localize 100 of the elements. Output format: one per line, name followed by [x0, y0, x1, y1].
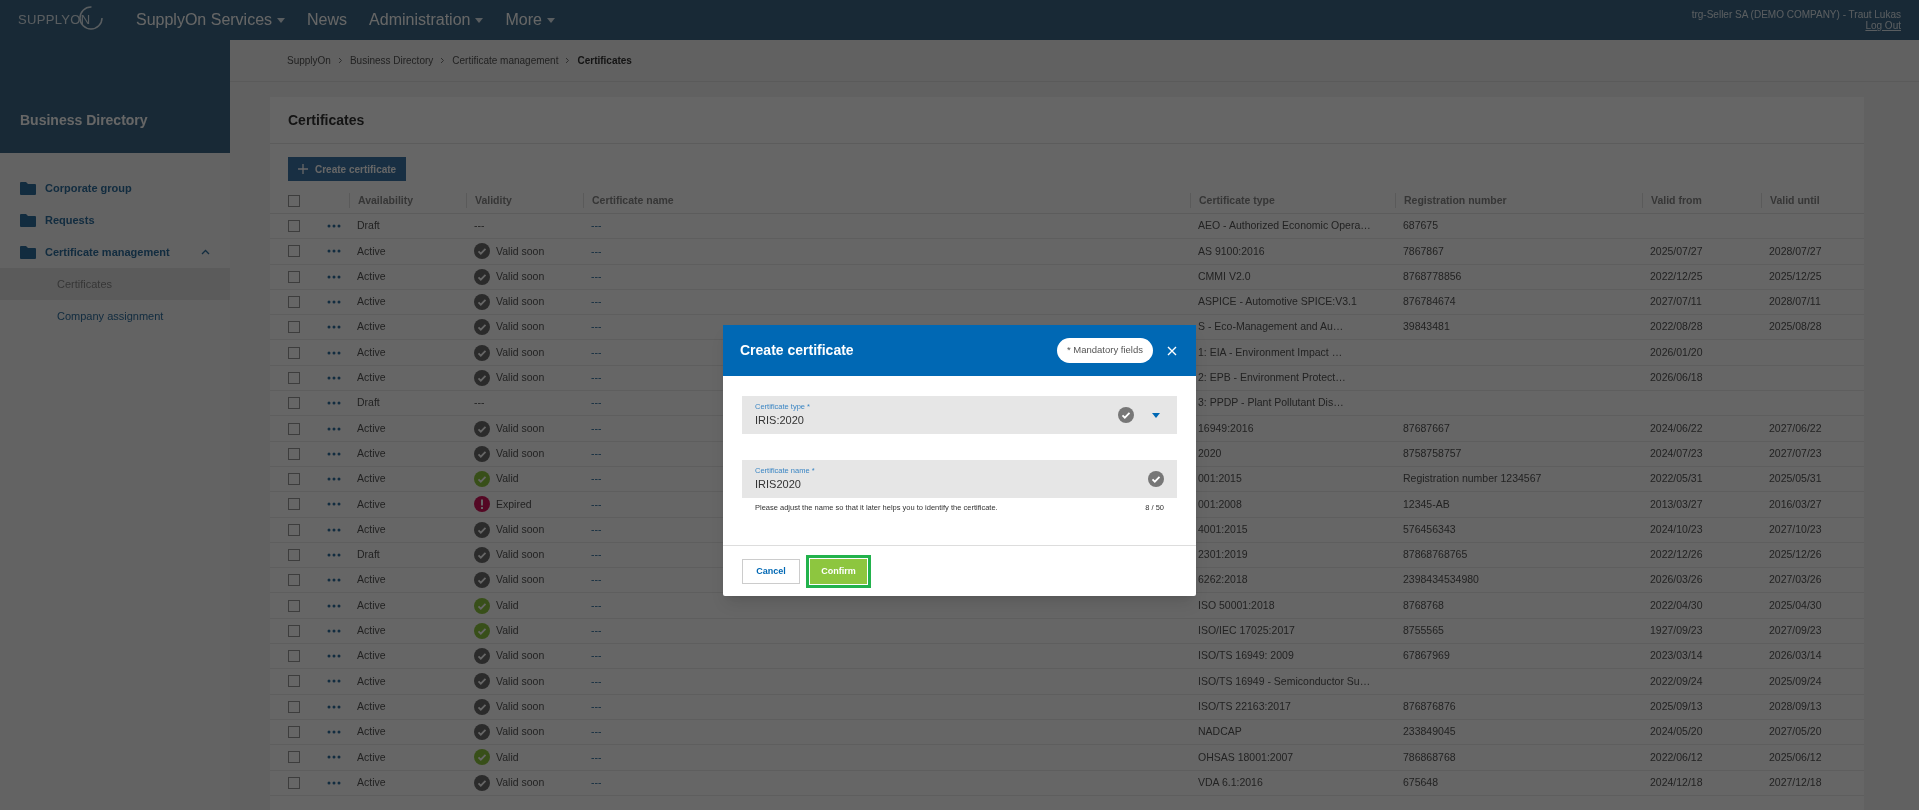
sidebar-subitem[interactable]: Company assignment — [0, 300, 230, 332]
table-row[interactable]: Active Valid soon --- CMMI V2.0 8768778856 2022/12/25 2025/12/25 — [270, 264, 1864, 290]
close-icon — [1167, 345, 1177, 356]
table-cell: Active — [357, 598, 386, 611]
row-checkbox[interactable] — [288, 726, 300, 739]
more-icon[interactable] — [326, 300, 341, 305]
more-icon[interactable] — [326, 502, 341, 507]
sidebar-title: Business Directory — [20, 111, 148, 130]
table-cell: --- — [591, 269, 602, 282]
table-cell: CMMI V2.0 — [1198, 269, 1251, 282]
more-icon[interactable] — [326, 553, 341, 557]
row-checkbox[interactable] — [288, 650, 300, 663]
row-checkbox[interactable] — [288, 776, 300, 789]
sidebar-item[interactable]: Certificate management — [0, 236, 230, 268]
table-cell: --- — [591, 345, 602, 358]
row-checkbox[interactable] — [288, 473, 300, 486]
table-cell: 2024/05/20 — [1650, 725, 1703, 738]
more-icon[interactable] — [326, 654, 341, 659]
more-icon[interactable] — [326, 426, 341, 431]
more-icon[interactable] — [326, 249, 341, 254]
table-cell: 2026/01/20 — [1650, 345, 1703, 358]
row-checkbox[interactable] — [288, 599, 300, 612]
confirm-button[interactable]: Confirm — [810, 558, 867, 584]
table-cell: Active — [357, 573, 386, 586]
cancel-button[interactable]: Cancel — [742, 558, 800, 584]
nav-menu[interactable]: More — [505, 8, 555, 32]
row-checkbox[interactable] — [288, 270, 300, 283]
table-cell: 2022/05/31 — [1650, 472, 1703, 485]
more-icon[interactable] — [326, 224, 341, 229]
more-icon[interactable] — [326, 527, 341, 532]
table-cell: 2022/12/25 — [1650, 269, 1703, 282]
row-checkbox[interactable] — [288, 397, 300, 410]
row-checkbox[interactable] — [288, 675, 300, 688]
breadcrumb-link[interactable]: Certificates — [577, 53, 632, 68]
more-icon[interactable] — [326, 375, 341, 380]
table-cell: Active — [357, 295, 386, 308]
create-certificate-button[interactable]: Create certificate — [288, 157, 407, 181]
row-checkbox[interactable] — [288, 245, 300, 258]
table-row[interactable]: Active Valid soon --- AS 9100:2016 7867867 2025/07/27 2028/07/27 — [270, 239, 1864, 265]
nav-menu[interactable]: Administration — [369, 8, 484, 32]
row-checkbox[interactable] — [288, 220, 300, 233]
table-cell: Active — [357, 446, 386, 459]
row-checkbox[interactable] — [288, 422, 300, 435]
more-icon[interactable] — [326, 755, 341, 760]
table-row[interactable]: Active Valid soon --- ASPICE - Automotive SPICE:V3.1 876784674 2027/07/11 2028/07/11 — [270, 289, 1864, 316]
table-row[interactable]: Active Valid soon --- ISO/TS 22163:2017 876876876 2025/09/13 2028/09/13 — [270, 694, 1864, 720]
select-all-checkbox[interactable] — [288, 194, 300, 207]
table-row[interactable]: Active Valid --- OHSAS 18001:2007 786868768 2022/06/12 2025/06/12 — [270, 745, 1864, 771]
row-checkbox[interactable] — [288, 371, 300, 384]
row-checkbox[interactable] — [288, 498, 300, 511]
more-icon[interactable] — [326, 477, 341, 482]
table-cell: 2013/03/27 — [1650, 497, 1703, 510]
row-checkbox[interactable] — [288, 624, 300, 637]
more-icon[interactable] — [326, 350, 341, 355]
logout-link[interactable]: Log Out — [1865, 20, 1901, 31]
check-icon — [474, 471, 490, 488]
more-icon[interactable] — [326, 730, 341, 735]
row-checkbox[interactable] — [288, 523, 300, 536]
table-row[interactable]: Active Valid soon --- NADCAP 233849045 2024/05/20 2027/05/20 — [270, 719, 1864, 746]
more-icon[interactable] — [326, 401, 341, 406]
more-icon[interactable] — [326, 628, 341, 633]
row-checkbox[interactable] — [288, 346, 300, 359]
table-row[interactable]: Active Valid --- ISO/IEC 17025:2017 8755565 1927/09/23 2027/09/23 — [270, 618, 1864, 645]
row-checkbox[interactable] — [288, 296, 300, 309]
row-checkbox[interactable] — [288, 751, 300, 764]
table-row[interactable]: Active Valid soon --- VDA 6.1:2016 675648 2024/12/18 2027/12/18 — [270, 770, 1864, 796]
more-icon[interactable] — [326, 325, 341, 330]
nav-menu[interactable]: News — [307, 8, 348, 32]
row-checkbox[interactable] — [288, 700, 300, 713]
breadcrumb-link[interactable]: Certificate management — [452, 53, 559, 68]
more-icon[interactable] — [326, 780, 341, 785]
breadcrumb-link[interactable]: SupplyOn — [287, 53, 331, 68]
more-icon[interactable] — [326, 679, 341, 684]
sidebar-item[interactable]: Requests — [0, 204, 230, 236]
table-cell: 786868768 — [1403, 750, 1456, 763]
folder-icon — [20, 245, 36, 259]
row-checkbox[interactable] — [288, 574, 300, 587]
sidebar-item[interactable]: Corporate group — [0, 172, 230, 204]
table-row[interactable]: Active Valid soon --- ISO/TS 16949 - Semiconductor Su… 2022/09/24 2025/09/24 — [270, 669, 1864, 695]
more-icon[interactable] — [326, 451, 341, 456]
validity-text: Valid — [496, 749, 519, 765]
validity-text: Valid soon — [496, 344, 545, 360]
row-checkbox[interactable] — [288, 321, 300, 334]
table-row[interactable]: Draft --- --- AEO - Authorized Economic Opera… 687675 — [270, 214, 1864, 240]
table-cell: 8768778856 — [1403, 269, 1462, 282]
logo[interactable]: SUPPLYON — [18, 10, 91, 30]
table-cell: Active — [357, 522, 386, 535]
row-checkbox[interactable] — [288, 549, 300, 561]
more-icon[interactable] — [326, 274, 341, 279]
more-icon[interactable] — [326, 578, 341, 583]
table-cell: 2025/07/27 — [1650, 244, 1703, 257]
breadcrumb-link[interactable]: Business Directory — [349, 53, 434, 68]
nav-menu[interactable]: SupplyOn Services — [136, 8, 286, 32]
row-checkbox[interactable] — [288, 447, 300, 460]
check-icon — [474, 724, 490, 741]
validity-text: Valid — [496, 623, 519, 638]
table-row[interactable]: Active Valid soon --- ISO/TS 16949: 2009 67867969 2023/03/14 2026/03/14 — [270, 644, 1864, 670]
more-icon[interactable] — [326, 603, 341, 608]
table-cell: Active — [357, 750, 386, 763]
more-icon[interactable] — [326, 704, 341, 709]
